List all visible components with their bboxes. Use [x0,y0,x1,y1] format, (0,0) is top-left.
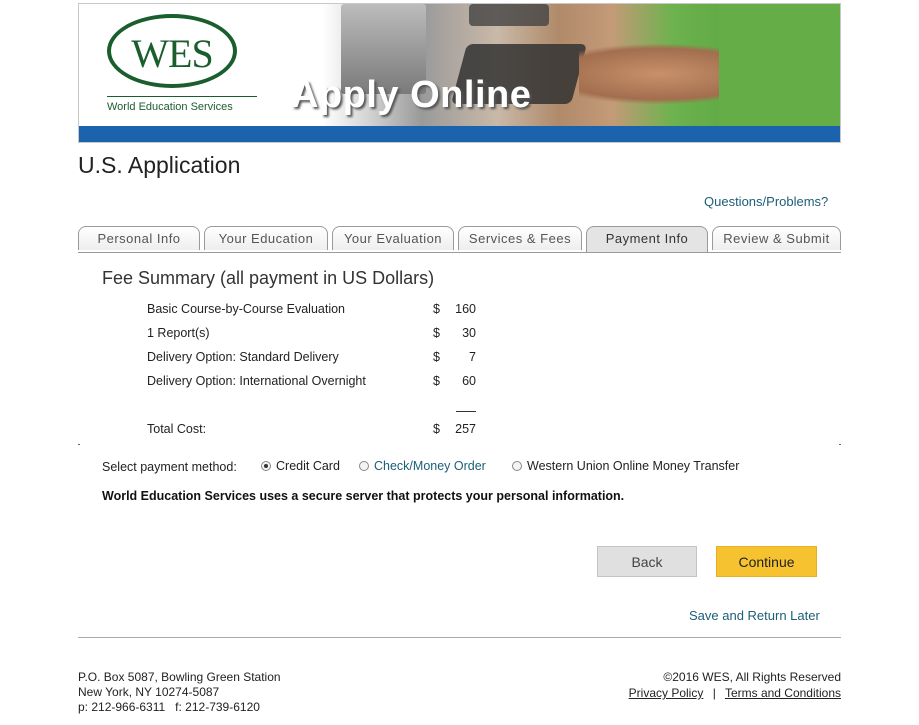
questions-link[interactable]: Questions/Problems? [704,194,828,209]
payment-method-label: Select payment method: [102,460,237,474]
fee-item-amount: 7 [469,350,476,364]
wes-logo[interactable]: WES [107,14,241,90]
footer-separator: | [712,686,716,700]
secure-notice: World Education Services uses a secure s… [102,489,625,503]
tab-your-evaluation[interactable]: Your Evaluation [332,226,454,250]
tab-review-submit[interactable]: Review & Submit [712,226,841,250]
save-return-later-link[interactable]: Save and Return Later [689,608,820,623]
privacy-policy-link[interactable]: Privacy Policy [629,686,704,700]
fee-currency: $ [433,374,440,388]
total-amount: 257 [455,422,476,436]
page-title: U.S. Application [78,152,241,178]
tab-your-education[interactable]: Your Education [204,226,328,250]
fee-item-amount: 60 [462,374,476,388]
shirt-graphic [719,4,840,128]
footer-address-line1: P.O. Box 5087, Bowling Green Station [78,670,281,684]
footer-links: Privacy Policy | Terms and Conditions [629,686,841,700]
footer-divider [78,637,841,638]
footer-copyright: ©2016 WES, All Rights Reserved [663,670,841,684]
section-divider [78,444,841,445]
tab-personal-info[interactable]: Personal Info [78,226,200,250]
logo-subtitle: World Education Services [107,96,257,113]
radio-button-checked[interactable] [261,461,271,471]
radio-button[interactable] [359,461,369,471]
fee-item-label: Basic Course-by-Course Evaluation [147,302,346,316]
radio-button[interactable] [512,461,522,471]
tab-payment-info[interactable]: Payment Info [586,226,708,252]
fee-currency: $ [433,350,440,364]
tab-services-fees[interactable]: Services & Fees [458,226,582,250]
radio-western-union[interactable]: Western Union Online Money Transfer [512,459,739,473]
radio-credit-card[interactable]: Credit Card [261,459,340,473]
footer-phone: p: 212-966-6311 f: 212-739-6120 [78,700,260,714]
radio-label: Credit Card [276,459,340,473]
footer-address-line2: New York, NY 10274-5087 [78,685,220,699]
back-button[interactable]: Back [597,546,697,577]
radio-label: Check/Money Order [374,459,486,473]
banner-blue-bar [79,126,840,142]
tab-bar: Personal Info Your Education Your Evalua… [78,226,841,253]
fee-item-amount: 160 [455,302,476,316]
fee-item-label: 1 Report(s) [147,326,210,340]
fee-item-amount: 30 [462,326,476,340]
keyboard-graphic-back [469,4,549,26]
fee-currency: $ [433,302,440,316]
fee-item-label: Delivery Option: Standard Delivery [147,350,339,364]
radio-label: Western Union Online Money Transfer [527,459,740,473]
fee-currency: $ [433,326,440,340]
terms-conditions-link[interactable]: Terms and Conditions [725,686,841,700]
radio-check-money-order[interactable]: Check/Money Order [359,459,486,473]
fee-currency: $ [433,422,440,436]
continue-button[interactable]: Continue [716,546,817,577]
banner-title: Apply Online [291,74,532,116]
sum-divider [456,411,476,412]
fee-summary-title: Fee Summary (all payment in US Dollars) [102,268,435,288]
logo-text: WES [131,31,213,76]
fee-item-label: Delivery Option: International Overnight [147,374,366,388]
total-label: Total Cost: [147,422,207,436]
header-banner: WES World Education Services Apply Onlin… [78,3,841,143]
